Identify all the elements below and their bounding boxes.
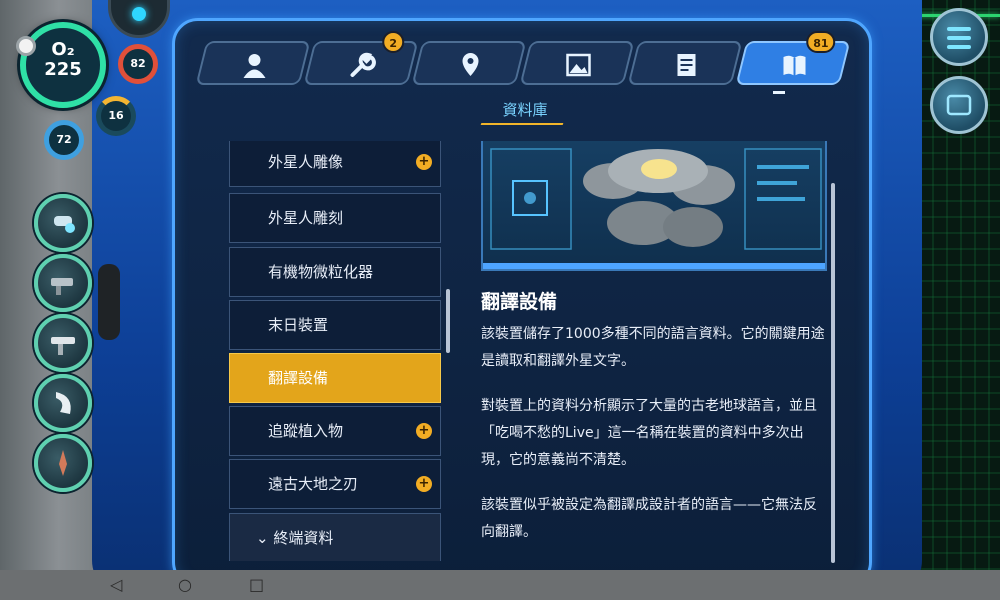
- builder-tool-slot[interactable]: [34, 314, 92, 372]
- entry-paragraph: 該裝置似乎被設定為翻譯成設計者的語言——它無法反向翻譯。: [481, 497, 817, 540]
- oxygen-label: O₂: [51, 39, 75, 60]
- knife-icon: [59, 450, 67, 476]
- repair-tool-slot[interactable]: [34, 254, 92, 312]
- tab-badge: 2: [382, 31, 405, 53]
- pda-icon: [946, 94, 972, 116]
- entry-paragraph: 對裝置上的資料分析顯示了大量的古老地球語言，並且「吃喝不愁的Live」這一名稱在…: [481, 398, 817, 468]
- entry-body: 該裝置儲存了1000多種不同的語言資料。它的關鍵用途是讀取和翻譯外星文字。 對裝…: [481, 321, 827, 564]
- list-item[interactable]: 有機物微粒化器: [229, 247, 441, 297]
- databank-book-icon: [783, 55, 806, 76]
- player-icon: [243, 54, 266, 78]
- list-item-label: 末日裝置: [268, 316, 329, 334]
- entry-scrollbar[interactable]: [831, 183, 835, 563]
- list-item-label: 外星人雕像: [268, 153, 344, 171]
- list-folder[interactable]: ⌄ 終端資料: [229, 513, 441, 561]
- health-meter: 82: [118, 44, 158, 84]
- new-entry-icon: +: [416, 476, 432, 492]
- entry-title: 翻譯設備: [481, 291, 558, 313]
- tab-badge: 81: [806, 31, 836, 53]
- scanner-icon: [54, 216, 75, 233]
- section-underline: [480, 123, 564, 125]
- list-item[interactable]: 末日裝置: [229, 300, 441, 350]
- knife-slot[interactable]: [34, 434, 92, 492]
- menu-button[interactable]: [930, 8, 988, 66]
- tab-log[interactable]: [627, 41, 743, 85]
- tab-databank[interactable]: 81: [735, 31, 851, 85]
- section-title: 資料庫: [502, 101, 548, 119]
- list-item[interactable]: 外星人雕刻: [229, 193, 441, 243]
- image-frame: [483, 263, 825, 269]
- list-item-label: 翻譯設備: [268, 369, 329, 387]
- chevron-down-icon: ⌄: [256, 529, 274, 547]
- list-item-selected[interactable]: 翻譯設備: [229, 353, 441, 403]
- new-entry-icon: +: [416, 423, 432, 439]
- oxygen-meter: O₂ 225: [20, 22, 106, 108]
- new-entry-icon: +: [416, 154, 432, 170]
- list-item-label: 外星人雕刻: [268, 209, 344, 227]
- tab-beacons[interactable]: [411, 41, 527, 85]
- hud-handle[interactable]: [98, 264, 120, 340]
- tab-gallery[interactable]: [519, 41, 635, 85]
- builder-tool-icon: [51, 337, 75, 355]
- list-item[interactable]: 追蹤植入物 +: [229, 406, 441, 456]
- repair-tool-icon: [51, 278, 73, 295]
- scanner-tool-slot[interactable]: [34, 194, 92, 252]
- oxygen-value: 225: [44, 59, 82, 80]
- list-folder-label: 終端資料: [273, 529, 334, 547]
- water-meter: 72: [44, 120, 84, 160]
- back-icon[interactable]: ◁: [110, 576, 122, 594]
- location-pin-icon: [462, 53, 479, 76]
- pda-tabs: 2 81: [195, 31, 851, 85]
- tab-blueprints[interactable]: 2: [303, 31, 419, 85]
- active-tab-indicator: [773, 91, 785, 94]
- list-item[interactable]: 遠古大地之刃 +: [229, 459, 441, 509]
- wrench-icon: [350, 52, 376, 77]
- list-item[interactable]: 外星人雕像 +: [229, 141, 441, 187]
- list-scrollbar[interactable]: [446, 289, 450, 353]
- toggle-knob[interactable]: [16, 36, 36, 56]
- list-item-label: 有機物微粒化器: [268, 263, 374, 281]
- notes-icon: [677, 54, 696, 76]
- list-item-label: 遠古大地之刃: [268, 475, 359, 493]
- pda-panel: 2 81 資料庫 外星人雕像 + 外星人雕刻 有機物微粒化器 末日裝置 翻譯設備…: [172, 18, 872, 588]
- system-nav-bar: ◁ ○ □: [0, 570, 1000, 600]
- gallery-icon: [566, 53, 591, 77]
- translation-device-illustration: [490, 148, 822, 250]
- health-value: 82: [130, 57, 146, 70]
- entry-image: [481, 141, 827, 271]
- food-meter: 16: [96, 96, 136, 136]
- databank-list: 外星人雕像 + 外星人雕刻 有機物微粒化器 末日裝置 翻譯設備 追蹤植入物 + …: [229, 141, 441, 561]
- tab-status[interactable]: [195, 41, 311, 85]
- recents-icon[interactable]: □: [249, 576, 264, 594]
- pda-toggle-button[interactable]: [930, 76, 988, 134]
- seaglide-slot[interactable]: [34, 374, 92, 432]
- water-value: 72: [56, 133, 72, 146]
- food-value: 16: [108, 109, 124, 122]
- entry-paragraph: 該裝置儲存了1000多種不同的語言資料。它的關鍵用途是讀取和翻譯外星文字。: [481, 326, 825, 369]
- seaglide-icon: [56, 392, 71, 414]
- list-item-label: 追蹤植入物: [268, 422, 344, 440]
- home-icon[interactable]: ○: [178, 576, 192, 594]
